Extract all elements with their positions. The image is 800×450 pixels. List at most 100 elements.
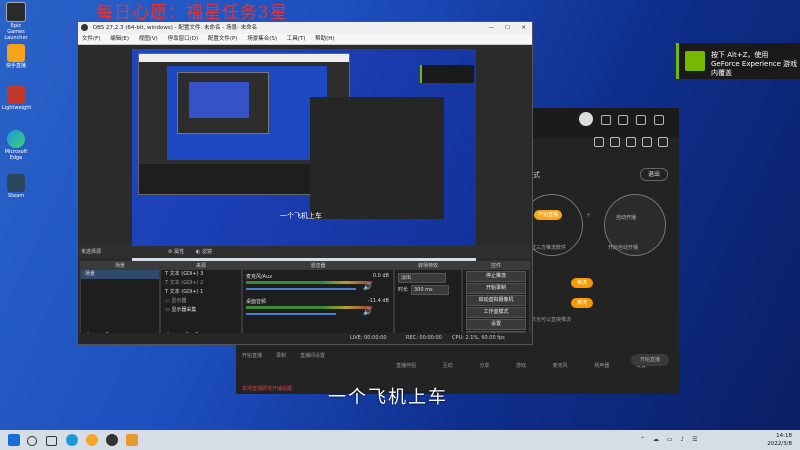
filters-button[interactable]: ◐ 滤镜 [196,246,212,258]
subtitle-text: 一个飞机上车 [328,387,448,408]
desktop-icon-label: 快手直播 [5,63,26,69]
exit-button[interactable]: 退出 [640,168,668,181]
menu-view[interactable]: 视图(V) [139,36,158,42]
shirt-icon[interactable] [618,115,628,125]
tool-3[interactable]: 游戏 [516,348,526,372]
orange-push-button-2[interactable]: 推流 [571,298,593,308]
menu-scene-collection[interactable]: 场景集合(S) [247,36,277,42]
share-icon[interactable] [626,137,636,147]
epic-games-icon [6,2,26,22]
desktop-icon-lightweight[interactable]: Lightweight [2,86,32,111]
clock[interactable]: 14:18 2022/3/8 [767,432,792,448]
close-icon[interactable]: ✕ [521,22,526,34]
start-stream-button[interactable]: 开始直播 [534,210,562,220]
partial-label: 式 [533,171,540,179]
edge-icon [7,130,25,148]
windows-start-icon[interactable] [8,434,20,446]
start-recording-button[interactable]: 开始录制 [466,283,526,294]
tool-5[interactable]: 扬声器 [594,348,609,372]
lightweight-icon [7,86,25,104]
menu-tools[interactable]: 工具(T) [287,36,306,42]
menu-icon[interactable] [654,115,664,125]
studio-mode-button[interactable]: 工作室模式 [466,307,526,318]
rec-status: REC: 00:00:00 [406,335,442,341]
search-icon[interactable] [27,436,37,446]
settings-button[interactable]: 设置 [466,319,526,330]
right-caption: 开启自动开播 [608,245,639,251]
app-taskbar-icon[interactable] [126,434,138,446]
source-item[interactable]: ▭ 显示器采集 [161,306,241,315]
clock-time: 14:18 [776,433,792,439]
edge-taskbar-icon[interactable] [66,434,78,446]
volume-slider[interactable] [246,313,336,315]
toast-text: 按下 Alt+Z，使用 GeForce Experience 游戏内覆盖 [711,51,798,77]
go-live-button[interactable]: 开始直播 [631,354,669,366]
source-toolbar: 未选择源 ⚙ 属性 ◐ 滤镜 [78,246,532,258]
menu-profile[interactable]: 配置文件(P) [208,36,238,42]
tool-2[interactable]: 分享 [479,348,489,372]
maximize-icon[interactable]: ☐ [505,22,510,34]
taskbar: ⌃ ☁ ▭ ♪ ☰ 14:18 2022/3/8 [0,430,800,450]
speaker-icon[interactable]: 🔊 [363,308,372,316]
controls-panel: 控件 停止推流 开始录制 启动虚拟摄像机 工作室模式 设置 退出 [462,261,530,343]
audio-meter [246,281,372,284]
scene-item[interactable]: 场景 [81,270,159,279]
scenes-panel: 场景 场景 ＋ − ⌃ ⌄ [80,261,160,343]
virtual-camera-button[interactable]: 启动虚拟摄像机 [466,295,526,306]
geforce-toast[interactable]: 按下 Alt+Z，使用 GeForce Experience 游戏内覆盖 [676,43,800,79]
left-tool-0[interactable]: 开始直播 [242,352,262,359]
desktop-icon-steam[interactable]: Steam [2,174,30,199]
mixer-panel: 混音器 麦克风/Aux 0.0 dB 🔊 桌面音频 -11.4 dB 🔊 [242,261,394,343]
duration-input[interactable]: 300 ms [411,285,449,295]
inner-caption: 一个飞机上车 [280,212,322,220]
source-item[interactable]: T 文本 (GDI+) 3 [161,270,241,279]
skin-icon[interactable] [601,115,611,125]
bell-icon[interactable] [642,137,652,147]
minimize-icon[interactable]: — [489,22,495,34]
obs-taskbar-icon[interactable] [106,434,118,446]
nested-toast [420,65,474,83]
gift-icon[interactable] [594,137,604,147]
orange-push-button[interactable]: 推流 [571,278,593,288]
left-tool-2[interactable]: 直播间设置 [300,352,325,359]
avatar[interactable] [579,112,593,126]
source-item[interactable]: T 文本 (GDI+) 2 [161,279,241,288]
scenes-header: 场景 [81,262,159,270]
nested-preview [167,66,327,160]
stop-streaming-button[interactable]: 停止推流 [466,271,526,282]
task-view-icon[interactable] [46,436,57,446]
properties-button[interactable]: ⚙ 属性 [168,246,184,258]
lock-icon[interactable] [610,137,620,147]
left-tool-1[interactable]: 录制 [276,352,286,359]
source-item[interactable]: T 文本 (GDI+) 1 [161,288,241,297]
obs-preview[interactable]: 一个飞机上车 [132,49,476,264]
mixer-channel-name: 麦克风/Aux [246,274,273,280]
transition-select[interactable]: 淡出 [398,273,446,283]
menu-help[interactable]: 帮助(H) [315,36,334,42]
live-status: LIVE: 00:00:00 [350,335,387,341]
desktop-icon-label: Lightweight [2,105,32,111]
obs-title: OBS 27.2.3 (64-bit, windows) - 配置文件: 未命名… [92,25,258,31]
kuaishou-taskbar-icon[interactable] [86,434,98,446]
stream-bottom-toolbar: 直播伴侣 互动 分享 游戏 麦克风 扬声器 设置 [396,348,646,372]
tool-4[interactable]: 麦克风 [553,348,568,372]
cpu-status: CPU: 2.1%, 60.00 fps [452,335,505,341]
overlay-title: 每日心愿：福星任务3星 [96,3,288,23]
speaker-icon[interactable]: 🔊 [363,283,372,291]
desktop-icon-epic[interactable]: Epic Games Launcher [2,2,30,41]
mail-icon[interactable] [636,115,646,125]
volume-slider[interactable] [246,288,356,290]
desktop-icon-label: Steam [7,193,25,199]
obs-icon [81,24,88,31]
controls-header: 控件 [463,262,529,270]
tool-0[interactable]: 直播伴侣 [396,348,416,372]
transitions-panel: 转场特效 淡出 时长 300 ms [394,261,462,343]
menu-file[interactable]: 文件(F) [82,36,100,42]
source-item[interactable]: ▭ 显示器 [161,297,241,306]
menu-edit[interactable]: 编辑(E) [110,36,129,42]
desktop-icon-kuaishou[interactable]: 快手直播 [2,44,30,69]
menu-docks[interactable]: 停靠窗口(D) [168,36,199,42]
desktop-icon-edge[interactable]: Microsoft Edge [2,130,30,161]
tool-1[interactable]: 互动 [443,348,453,372]
settings-icon[interactable] [658,137,668,147]
